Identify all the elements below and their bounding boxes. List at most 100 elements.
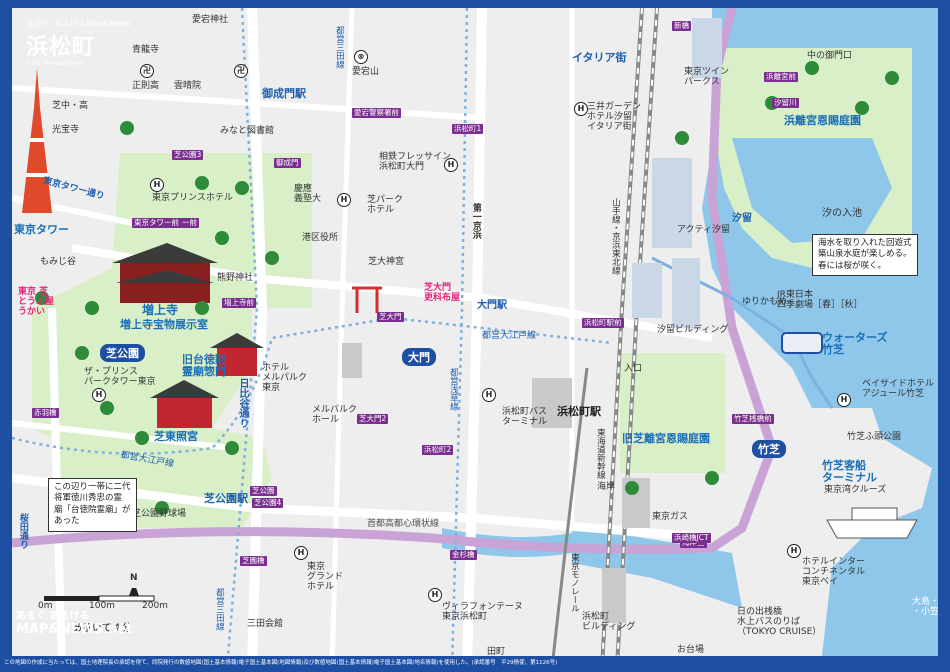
map-canvas[interactable]: あるく･あるけるMap&News 浜松町 ©2017MAP&NEWS.net 大… [12, 8, 938, 656]
label-keio: 慶應 義塾大 [294, 184, 322, 204]
police-icon: ⊗ [354, 50, 368, 64]
station-takeshiba[interactable]: 竹芝 [752, 440, 786, 458]
label-seiryuji: 青龍寺 [132, 45, 160, 55]
note-taitokuin: この辺り一帯に二代 将軍徳川秀忠の霊 廟「台徳院霊廟」が あった [48, 478, 137, 532]
label-shoboji: 正則高 [132, 81, 160, 91]
label-vita: ヴィラフォンテーヌ 東京浜松町 [442, 602, 524, 622]
label-shibachuko: 芝中・高 [52, 101, 89, 111]
label-kaigan: 海岸 [597, 482, 616, 492]
map-subtitle: あるく･あるけるMap&News [26, 19, 131, 28]
label-melparque-hall: メルパルク ホール [312, 405, 358, 425]
label-prince-hotel: 東京プリンスホテル [152, 193, 233, 203]
route-tag: 芝大門 [377, 312, 404, 322]
label-inter-hotel: ホテルインター コンチネンタル 東京ベイ [802, 557, 866, 587]
route-tag: 増上寺前 [222, 298, 256, 308]
label-oshima: 大島・三宅島 ・小笠原諸島 [912, 597, 938, 617]
label-koutokuji: 光宝寺 [52, 125, 80, 135]
street-yamanote: 山手線・京浜東北線 [610, 198, 621, 275]
label-mitsui: 三井ガーデン ホテル汐留 イタリア街 [587, 102, 642, 132]
route-tag: 浜松町2 [422, 445, 454, 455]
label-atago: 愛宕神社 [192, 15, 229, 25]
station-shiodome[interactable]: 汐留 [732, 213, 752, 224]
route-tag: 浜離宮前 [764, 72, 798, 82]
route-tag: 浜松町1 [452, 124, 484, 134]
label-yurikamome: ゆりかもめ [742, 297, 788, 307]
hotel-icon: H [92, 388, 106, 402]
label-shibakoen[interactable]: 芝公園 [100, 344, 145, 362]
label-unkoin: 雲晴院 [174, 81, 202, 91]
label-waterz[interactable]: ウォーターズ 竹芝 [822, 331, 887, 356]
label-shio-iri: 汐の入池 [822, 208, 862, 219]
label-prince-tower: ザ・プリンス パークタワー東京 [84, 367, 156, 387]
route-tag: 芝園橋 [240, 556, 267, 566]
street-oedo-2: 都営大江戸線 [482, 331, 537, 341]
north-arrow-label: N [130, 573, 138, 583]
street-tokaido: 東海道新幹線 [595, 428, 606, 479]
label-nakanogomon: 中の御門口 [807, 51, 853, 61]
yurikamome-train-icon [781, 332, 823, 354]
hotel-icon: H [428, 588, 442, 602]
label-bus-terminal: 浜松町バス ターミナル [502, 407, 548, 427]
label-kyushiba-entrance: 入口 [624, 364, 643, 374]
hotel-icon: H [574, 102, 588, 116]
label-italia: イタリア街 [572, 51, 627, 64]
map-frame: あるく･あるけるMap&News 浜松町 ©2017MAP&NEWS.net 大… [0, 0, 950, 672]
label-zojoji-museum[interactable]: 増上寺宝物展示室 [120, 318, 208, 331]
street-hibiya: 日比谷通り [237, 378, 248, 428]
label-odaiba: お台場 [677, 645, 705, 655]
footer-credit: この地図の作成に当たっては、国土地理院長の承認を得て、同院発行の数値地図(国土基… [4, 660, 558, 666]
hotel-icon: H [787, 544, 801, 558]
label-tokyo-twin: 東京ツイン パークス [684, 67, 730, 87]
street-mita: 都営三田線 [214, 588, 225, 631]
temple-icon: 卍 [234, 64, 248, 78]
label-baseball: 芝公園野球場 [132, 509, 187, 519]
route-tag: 新橋 [672, 21, 691, 31]
label-tokai-kisen: 東京湾クルーズ [824, 485, 887, 495]
hotel-icon: H [294, 546, 308, 560]
label-hamarikyu[interactable]: 浜離宮恩賜庭園 [784, 114, 861, 127]
label-minato-lib: みなと図書館 [220, 126, 275, 136]
route-tag: 東京タワー前 [132, 218, 181, 228]
label-bay-hotel: ベイサイドホテル アジュール竹芝 [862, 379, 935, 399]
brand-line2: MAP&NEWS.net [16, 621, 133, 637]
route-tag: 竹芝桟橋前 [732, 414, 774, 424]
route-tag: 芝公園3 [172, 150, 204, 160]
route-tag: 愛宕警察署前 [352, 108, 401, 118]
label-sotetsu: 相鉄フレッサイン 浜松町大門 [379, 152, 452, 172]
station-hamamatsucho[interactable]: 浜松町駅 [557, 405, 601, 418]
street-sakurada: 桜田通り [17, 513, 28, 549]
label-tamachi: 田町 [487, 647, 506, 656]
label-kyushiba[interactable]: 旧芝離宮恩賜庭園 [622, 432, 710, 445]
label-zojoji[interactable]: 増上寺 [142, 303, 178, 317]
label-hamamatsu-bldg: 浜松町 ビルディング [582, 612, 636, 632]
label-tokyo-gas: 東京ガス [652, 512, 689, 522]
label-shiba-toshogu[interactable]: 芝東照宮 [154, 430, 198, 443]
brand-logo: あるく あるける MAP&NEWS.net [16, 611, 133, 637]
note-hamarikyu: 海水を取り入れた回遊式 築山泉水庭が楽しめる。 春には桜が咲く。 [812, 234, 918, 277]
route-tag: 御成門 [274, 158, 301, 168]
station-daimon[interactable]: 大門 [402, 348, 436, 366]
hotel-icon: H [837, 393, 851, 407]
station-daimon-st[interactable]: 大門駅 [477, 300, 507, 311]
label-takeshiba-pier[interactable]: 竹芝客船 ターミナル [822, 459, 877, 484]
street-shuto: 首都高都心環状線 [367, 519, 440, 529]
station-shibakoen[interactable]: 芝公園駅 [204, 492, 248, 505]
hotel-icon: H [482, 388, 496, 402]
label-tokyo-tower[interactable]: 東京タワー [14, 223, 69, 236]
label-grand-hotel: 東京 グランド ホテル [307, 562, 344, 592]
brand-line1: あるく あるける [16, 611, 90, 622]
label-taitokuin[interactable]: 旧台徳院 霊廟惣門 [182, 353, 226, 378]
temple-icon: 卍 [140, 64, 154, 78]
building-5 [342, 343, 362, 378]
map-title: 浜松町 [26, 34, 96, 60]
label-shiba-daimon[interactable]: 芝大門 更科布屋 [424, 283, 460, 304]
route-tag: 芝公園 [250, 486, 277, 496]
street-mita-north: 都営三田線 [334, 26, 345, 69]
label-tofu[interactable]: 東京 芝 とうふ屋 うかい [18, 287, 54, 318]
hotel-icon: H [337, 193, 351, 207]
station-onarimon[interactable]: 御成門駅 [262, 87, 306, 100]
label-shiba-daijingu: 芝大神宮 [368, 257, 405, 267]
label-hinode: 日の出桟橋 水上バスのりば （TOKYO CRUISE） [737, 607, 822, 637]
label-mita: 三田会館 [247, 619, 284, 629]
route-tag: 汐留川 [772, 98, 799, 108]
